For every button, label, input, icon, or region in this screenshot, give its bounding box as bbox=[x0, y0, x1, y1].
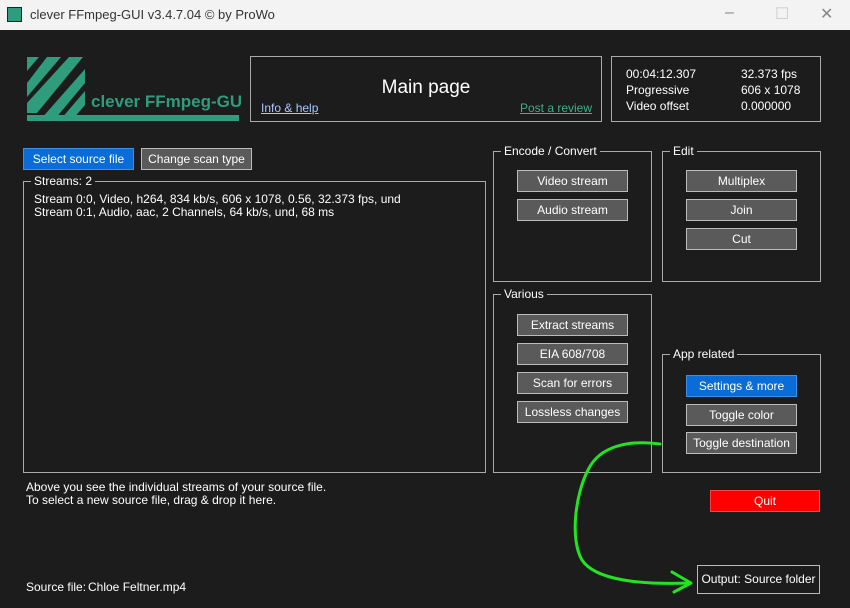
green-arrow-annotation bbox=[573, 441, 693, 594]
